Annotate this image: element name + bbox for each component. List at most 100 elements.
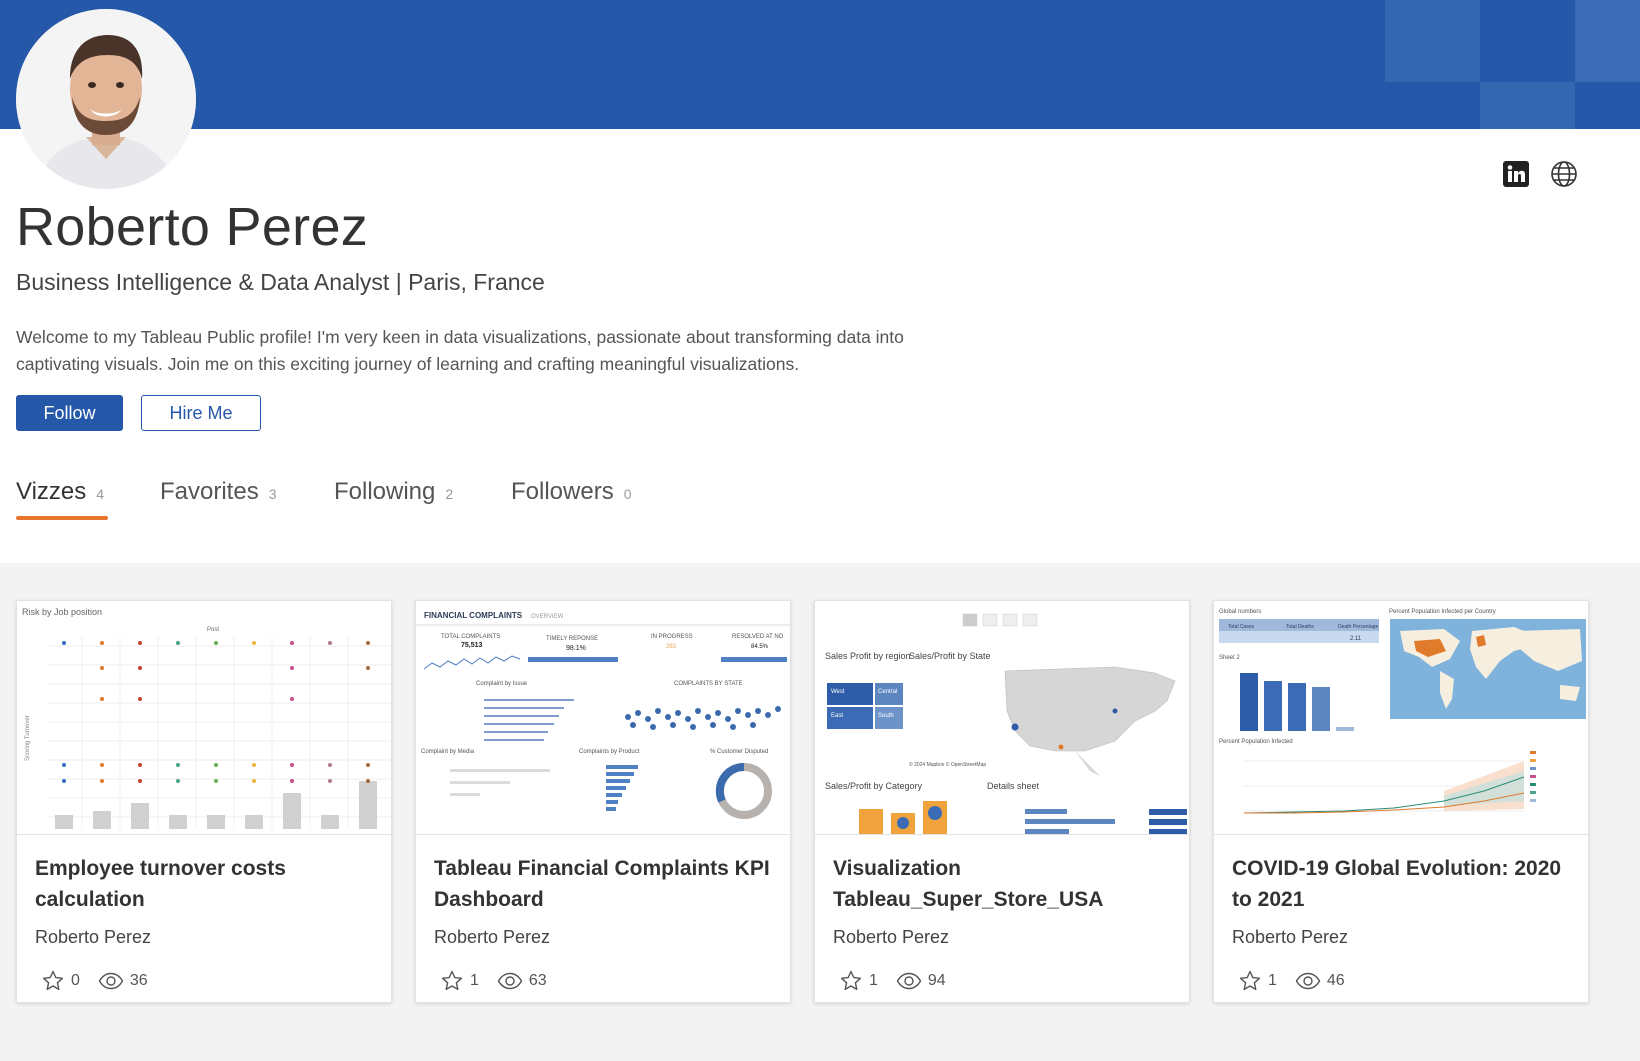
kpi-value: 98.1% bbox=[566, 645, 586, 652]
section-label: Details sheet bbox=[987, 781, 1040, 791]
region-label: South bbox=[878, 713, 894, 719]
viz-title[interactable]: Employee turnover costs calculation bbox=[35, 853, 375, 915]
viz-card[interactable]: Global numbers Percent Population Infect… bbox=[1213, 600, 1589, 1003]
active-tab-indicator bbox=[16, 516, 108, 520]
section-label: Percent Population Infected per Country bbox=[1389, 609, 1496, 615]
section-label: Percent Population Infected bbox=[1219, 739, 1293, 745]
profile-name: Roberto Perez bbox=[16, 197, 369, 257]
viz-stats: 1 46 bbox=[1238, 969, 1363, 993]
section-label: Complaints by Product bbox=[579, 749, 640, 755]
viz-card[interactable]: Sales Profit by region Sales/Profit by S… bbox=[814, 600, 1190, 1003]
views-stat: 46 bbox=[1295, 969, 1345, 993]
favorite-stat[interactable]: 1 bbox=[1238, 969, 1277, 993]
favorite-stat[interactable]: 1 bbox=[839, 969, 878, 993]
globe-icon[interactable] bbox=[1550, 160, 1578, 188]
kpi-label: TIMELY REPONSE bbox=[546, 636, 598, 642]
viz-author[interactable]: Roberto Perez bbox=[35, 927, 151, 948]
banner-square bbox=[1385, 0, 1480, 82]
table-header: Total Cases bbox=[1228, 624, 1255, 630]
table-value: 2.11 bbox=[1350, 636, 1362, 642]
view-count: 46 bbox=[1326, 972, 1345, 989]
viz-title[interactable]: Visualization Tableau_Super_Store_USA bbox=[833, 853, 1173, 915]
section-label: Sheet 2 bbox=[1219, 655, 1240, 661]
eye-icon bbox=[1295, 972, 1321, 990]
star-icon bbox=[441, 970, 463, 991]
viz-thumbnail[interactable]: Sales Profit by region Sales/Profit by S… bbox=[815, 601, 1189, 835]
tab-favorites[interactable]: Favorites 3 bbox=[160, 478, 277, 506]
tab-label: Following bbox=[334, 478, 436, 505]
tab-following[interactable]: Following 2 bbox=[334, 478, 453, 506]
views-stat: 63 bbox=[497, 969, 547, 993]
viz-author[interactable]: Roberto Perez bbox=[434, 927, 550, 948]
section-label: Global numbers bbox=[1219, 609, 1261, 615]
table-header: Total Deaths bbox=[1286, 624, 1314, 630]
tab-count: 0 bbox=[623, 486, 632, 502]
tab-label: Favorites bbox=[160, 478, 259, 505]
eye-icon bbox=[896, 972, 922, 990]
eye-icon bbox=[497, 972, 523, 990]
hire-me-button[interactable]: Hire Me bbox=[141, 395, 261, 431]
view-count: 36 bbox=[129, 972, 148, 989]
kpi-value: 75,513 bbox=[461, 642, 483, 649]
viz-card[interactable]: FINANCIAL COMPLAINTS OVERVIEW TOTAL COMP… bbox=[415, 600, 791, 1003]
viz-title[interactable]: COVID-19 Global Evolution: 2020 to 2021 bbox=[1232, 853, 1572, 915]
tab-label: Vizzes bbox=[16, 478, 87, 505]
viz-author[interactable]: Roberto Perez bbox=[833, 927, 949, 948]
viz-title[interactable]: Tableau Financial Complaints KPI Dashboa… bbox=[434, 853, 774, 915]
profile-bio: Welcome to my Tableau Public profile! I'… bbox=[16, 327, 904, 374]
map-credit: © 2024 Mapbox © OpenStreetMap bbox=[909, 761, 986, 768]
favorite-stat[interactable]: 0 bbox=[41, 969, 80, 993]
section-label: Sales/Profit by State bbox=[909, 651, 991, 661]
table-header: Death Percentage bbox=[1338, 624, 1379, 630]
region-label: Central bbox=[878, 689, 897, 695]
region-label: East bbox=[831, 713, 843, 719]
viz-card[interactable]: Risk by Job position Post Scoring Turnov… bbox=[16, 600, 392, 1003]
tab-count: 2 bbox=[445, 486, 454, 502]
tab-label: Followers bbox=[511, 478, 614, 505]
star-icon bbox=[1239, 970, 1261, 991]
section-label: % Customer Disputed bbox=[710, 749, 768, 755]
tab-vizzes[interactable]: Vizzes 4 bbox=[16, 478, 104, 506]
kpi-value: 84.5% bbox=[751, 644, 769, 650]
viz-thumbnail[interactable]: Global numbers Percent Population Infect… bbox=[1214, 601, 1588, 835]
thumb-title: Risk by Job position bbox=[22, 607, 102, 617]
banner-square bbox=[1480, 82, 1575, 129]
views-stat: 94 bbox=[896, 969, 946, 993]
favorite-count: 1 bbox=[869, 972, 878, 989]
profile-avatar bbox=[16, 9, 196, 189]
kpi-label: TOTAL COMPLAINTS bbox=[441, 634, 500, 640]
banner-square bbox=[1575, 0, 1640, 82]
thumb-sub: OVERVIEW bbox=[531, 614, 564, 620]
tab-followers[interactable]: Followers 0 bbox=[511, 478, 632, 506]
view-count: 94 bbox=[927, 972, 946, 989]
profile-headline: Business Intelligence & Data Analyst | P… bbox=[16, 269, 545, 295]
follow-button[interactable]: Follow bbox=[16, 395, 123, 431]
thumb-yaxis: Scoring Turnover bbox=[25, 715, 31, 761]
star-icon bbox=[42, 970, 64, 991]
thumb-title: FINANCIAL COMPLAINTS bbox=[424, 611, 523, 620]
tab-count: 3 bbox=[268, 486, 277, 502]
favorite-count: 1 bbox=[1268, 972, 1277, 989]
viz-author[interactable]: Roberto Perez bbox=[1232, 927, 1348, 948]
eye-icon bbox=[98, 972, 124, 990]
views-stat: 36 bbox=[98, 969, 148, 993]
star-icon bbox=[840, 970, 862, 991]
tab-count: 4 bbox=[96, 486, 105, 502]
favorite-stat[interactable]: 1 bbox=[440, 969, 479, 993]
section-label: Sales/Profit by Category bbox=[825, 781, 923, 791]
favorite-count: 1 bbox=[470, 972, 479, 989]
viz-stats: 0 36 bbox=[41, 969, 166, 993]
favorite-count: 0 bbox=[71, 972, 80, 989]
linkedin-icon[interactable] bbox=[1502, 160, 1530, 188]
kpi-label: RESOLVED AT NO bbox=[732, 634, 784, 640]
viz-thumbnail[interactable]: Risk by Job position Post Scoring Turnov… bbox=[17, 601, 391, 835]
thumb-header: Post bbox=[207, 627, 219, 633]
section-label: Complaint by Issue bbox=[476, 681, 528, 687]
kpi-label: IN PROGRESS bbox=[651, 634, 693, 640]
view-count: 63 bbox=[528, 972, 547, 989]
section-label: COMPLAINTS BY STATE bbox=[674, 681, 743, 687]
section-label: Complaint by Media bbox=[421, 749, 475, 755]
section-label: Sales Profit by region bbox=[825, 651, 911, 661]
viz-thumbnail[interactable]: FINANCIAL COMPLAINTS OVERVIEW TOTAL COMP… bbox=[416, 601, 790, 835]
region-label: West bbox=[831, 689, 845, 695]
